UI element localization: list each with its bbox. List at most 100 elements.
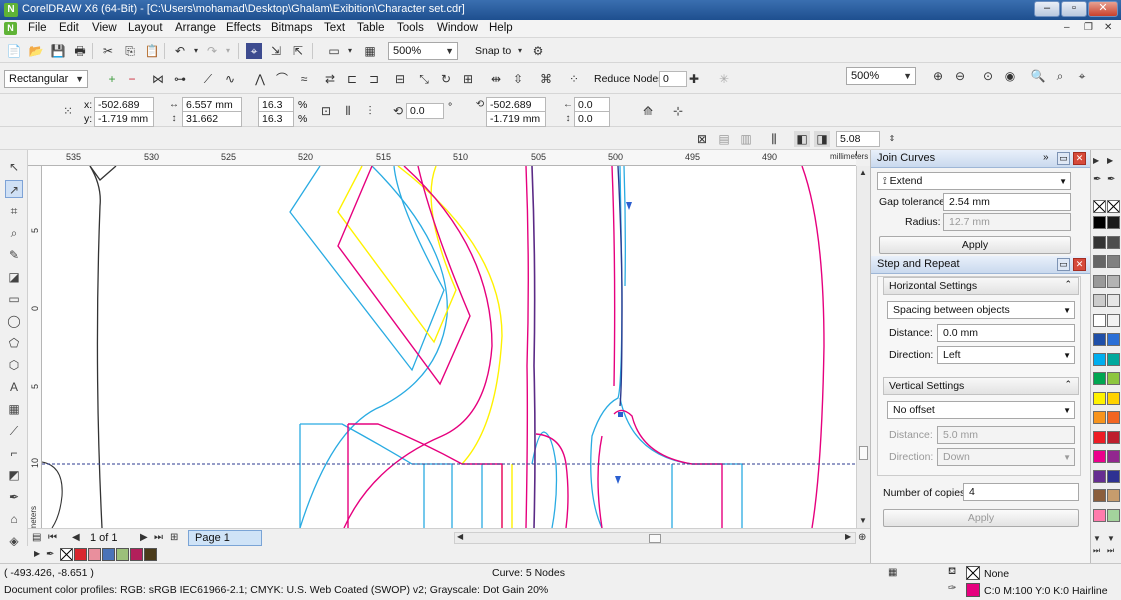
palette-scroll-down-icon[interactable]: ▼ [1107, 534, 1115, 543]
launcher-dropdown-icon[interactable]: ▾ [342, 43, 358, 59]
horizontal-ruler[interactable]: 535 530 525 520 515 510 505 500 495 490 millimete… [28, 150, 868, 166]
join-nodes-icon[interactable]: ⋈ [150, 71, 166, 87]
undo-icon[interactable]: ↶ [172, 43, 188, 59]
freehand-tool-icon[interactable]: ✎ [5, 246, 23, 264]
offset-y-field[interactable]: 0.0 [574, 111, 610, 127]
navigator-icon[interactable]: ⊕ [858, 532, 866, 543]
menu-window[interactable]: Window [437, 22, 478, 34]
mirror-h-icon[interactable]: ⇹ [488, 71, 504, 87]
add-page-icon[interactable]: ⊞ [170, 532, 178, 543]
h-direction-combo[interactable]: Left ▼ [937, 346, 1075, 364]
palette-color-swatch[interactable] [1107, 216, 1120, 229]
rotation-angle-field[interactable]: 0.0 [406, 103, 444, 119]
select-all-nodes-icon[interactable]: ⁘ [566, 71, 582, 87]
palette-color-swatch[interactable] [1093, 333, 1106, 346]
doc-close-icon[interactable]: ✕ [1104, 22, 1112, 33]
redo-icon[interactable]: ↷ [204, 43, 220, 59]
no-color-swatch[interactable] [1093, 200, 1106, 213]
text-tool-icon[interactable]: A [5, 378, 23, 396]
interactive-tool-icon[interactable]: ◩ [5, 466, 23, 484]
palette-color-swatch[interactable] [1107, 430, 1120, 444]
copies-field[interactable]: 4 [963, 483, 1079, 501]
break-curve-icon[interactable]: ⊶ [172, 71, 188, 87]
v-direction-combo[interactable]: Down ▼ [937, 448, 1075, 466]
scroll-left-icon[interactable]: ◀ [457, 532, 463, 541]
crop-tool-icon[interactable]: ⌗ [5, 202, 23, 220]
vertical-mode-combo[interactable]: No offset ▼ [887, 401, 1075, 419]
zoom-to-width-icon[interactable]: ⌕ [1052, 68, 1068, 84]
snap-to-button[interactable]: Snap to [475, 45, 511, 57]
no-color-swatch[interactable] [60, 548, 73, 561]
align-nodes-icon[interactable]: ⊞ [460, 71, 476, 87]
curve-smoothness-field[interactable]: 0 [659, 71, 687, 87]
eyedropper-icon[interactable]: ✒ [1107, 174, 1115, 185]
drawing-artwork[interactable] [42, 166, 856, 528]
doc-restore-icon[interactable]: ❐ [1084, 22, 1093, 33]
outline-box-icon[interactable]: ◧ [794, 131, 810, 147]
palette-color-swatch[interactable] [1093, 469, 1106, 483]
relative-center-icon[interactable]: ⊹ [670, 103, 686, 119]
rectangle-tool-icon[interactable]: ▭ [5, 290, 23, 308]
ellipse-tool-icon[interactable]: ◯ [5, 312, 23, 330]
zoom-to-all-icon[interactable]: ◉ [1002, 68, 1018, 84]
palette-end-icon[interactable]: ⏭ [1107, 546, 1114, 556]
polygon-tool-icon[interactable]: ⬠ [5, 334, 23, 352]
expand-icon[interactable]: » [1043, 152, 1049, 163]
palette-scroll-down-icon[interactable]: ▼ [1093, 534, 1101, 543]
scroll-thumb-horizontal[interactable] [649, 534, 661, 543]
join-mode-combo[interactable]: ⟟ Extend ▼ [877, 172, 1071, 190]
bounding-box-icon[interactable]: ✳ [716, 71, 732, 87]
center-y-field[interactable]: -1.719 mm [486, 111, 546, 127]
palette-color-swatch[interactable] [1093, 450, 1106, 463]
join-apply-button[interactable]: Apply [879, 236, 1071, 254]
palette-color-swatch[interactable] [1093, 372, 1106, 385]
document-color-swatch[interactable] [88, 548, 101, 561]
zoom-to-height-icon[interactable]: ⌖ [1074, 68, 1090, 84]
smart-fill-tool-icon[interactable]: ◪ [5, 268, 23, 286]
outline-width-field[interactable]: 5.08 mm [836, 131, 880, 159]
slider-icon[interactable]: ✚ [686, 71, 702, 87]
no-color-swatch[interactable] [1107, 200, 1120, 213]
object-properties-icon[interactable]: ▦ [888, 567, 897, 578]
save-icon[interactable]: 💾 [50, 43, 66, 59]
vertical-scrollbar[interactable]: ▲ ▼ [856, 166, 870, 528]
zoom-level-combo[interactable]: 500% ▼ [388, 42, 458, 60]
scroll-thumb[interactable] [859, 446, 868, 460]
snap-dropdown-icon[interactable]: ▾ [512, 43, 528, 59]
palette-color-swatch[interactable] [1093, 274, 1106, 288]
palette-color-swatch[interactable] [1093, 430, 1106, 444]
to-curve-icon[interactable]: ∿ [222, 71, 238, 87]
export-icon[interactable]: ⇱ [290, 43, 306, 59]
color-profiles[interactable]: Document color profiles: RGB: sRGB IEC61… [4, 584, 548, 596]
pick-tool-icon[interactable]: ↖ [5, 158, 23, 176]
height-field[interactable]: 31.662 mm [182, 111, 242, 139]
dimension-tool-icon[interactable]: ⟋ [5, 422, 23, 440]
palette-color-swatch[interactable] [1107, 333, 1120, 346]
step-repeat-apply-button[interactable]: Apply [883, 509, 1079, 527]
palette-color-swatch[interactable] [1107, 274, 1120, 288]
palette-color-swatch[interactable] [1107, 313, 1120, 327]
vertical-ruler[interactable]: 5 0 5 10 millimeters [28, 166, 42, 544]
menu-table[interactable]: Table [357, 22, 385, 34]
apply-to-duplicate-icon[interactable]: ⟰ [640, 103, 656, 119]
palette-color-swatch[interactable] [1093, 235, 1106, 249]
zoom-out-icon[interactable]: ⊖ [952, 68, 968, 84]
zoom-to-page-icon[interactable]: 🔍 [1030, 68, 1046, 84]
cut-icon[interactable]: ✂ [100, 43, 116, 59]
menu-bitmaps[interactable]: Bitmaps [271, 22, 313, 34]
step-repeat-header[interactable]: Step and Repeat ▭ ✕ [871, 256, 1091, 274]
extend-curve-icon[interactable]: ⊏ [344, 71, 360, 87]
palette-color-swatch[interactable] [1107, 450, 1120, 463]
spin-icon[interactable]: ⇕ [884, 131, 900, 147]
welcome-screen-icon[interactable]: ▦ [362, 43, 378, 59]
zoom-to-selected-icon[interactable]: ⊙ [980, 68, 996, 84]
radius-field[interactable]: 12.7 mm [943, 213, 1071, 231]
extract-subpath-icon[interactable]: ⊟ [392, 71, 408, 87]
palette-color-swatch[interactable] [1093, 255, 1106, 268]
open-icon[interactable]: 📂 [28, 43, 44, 59]
new-document-icon[interactable]: 📄 [6, 43, 22, 59]
scroll-down-icon[interactable]: ▼ [859, 516, 867, 525]
undo-dropdown-icon[interactable]: ▾ [188, 43, 204, 59]
close-docker-icon[interactable]: ✕ [1073, 152, 1086, 165]
scale-y-field[interactable]: 16.3 [258, 111, 294, 127]
